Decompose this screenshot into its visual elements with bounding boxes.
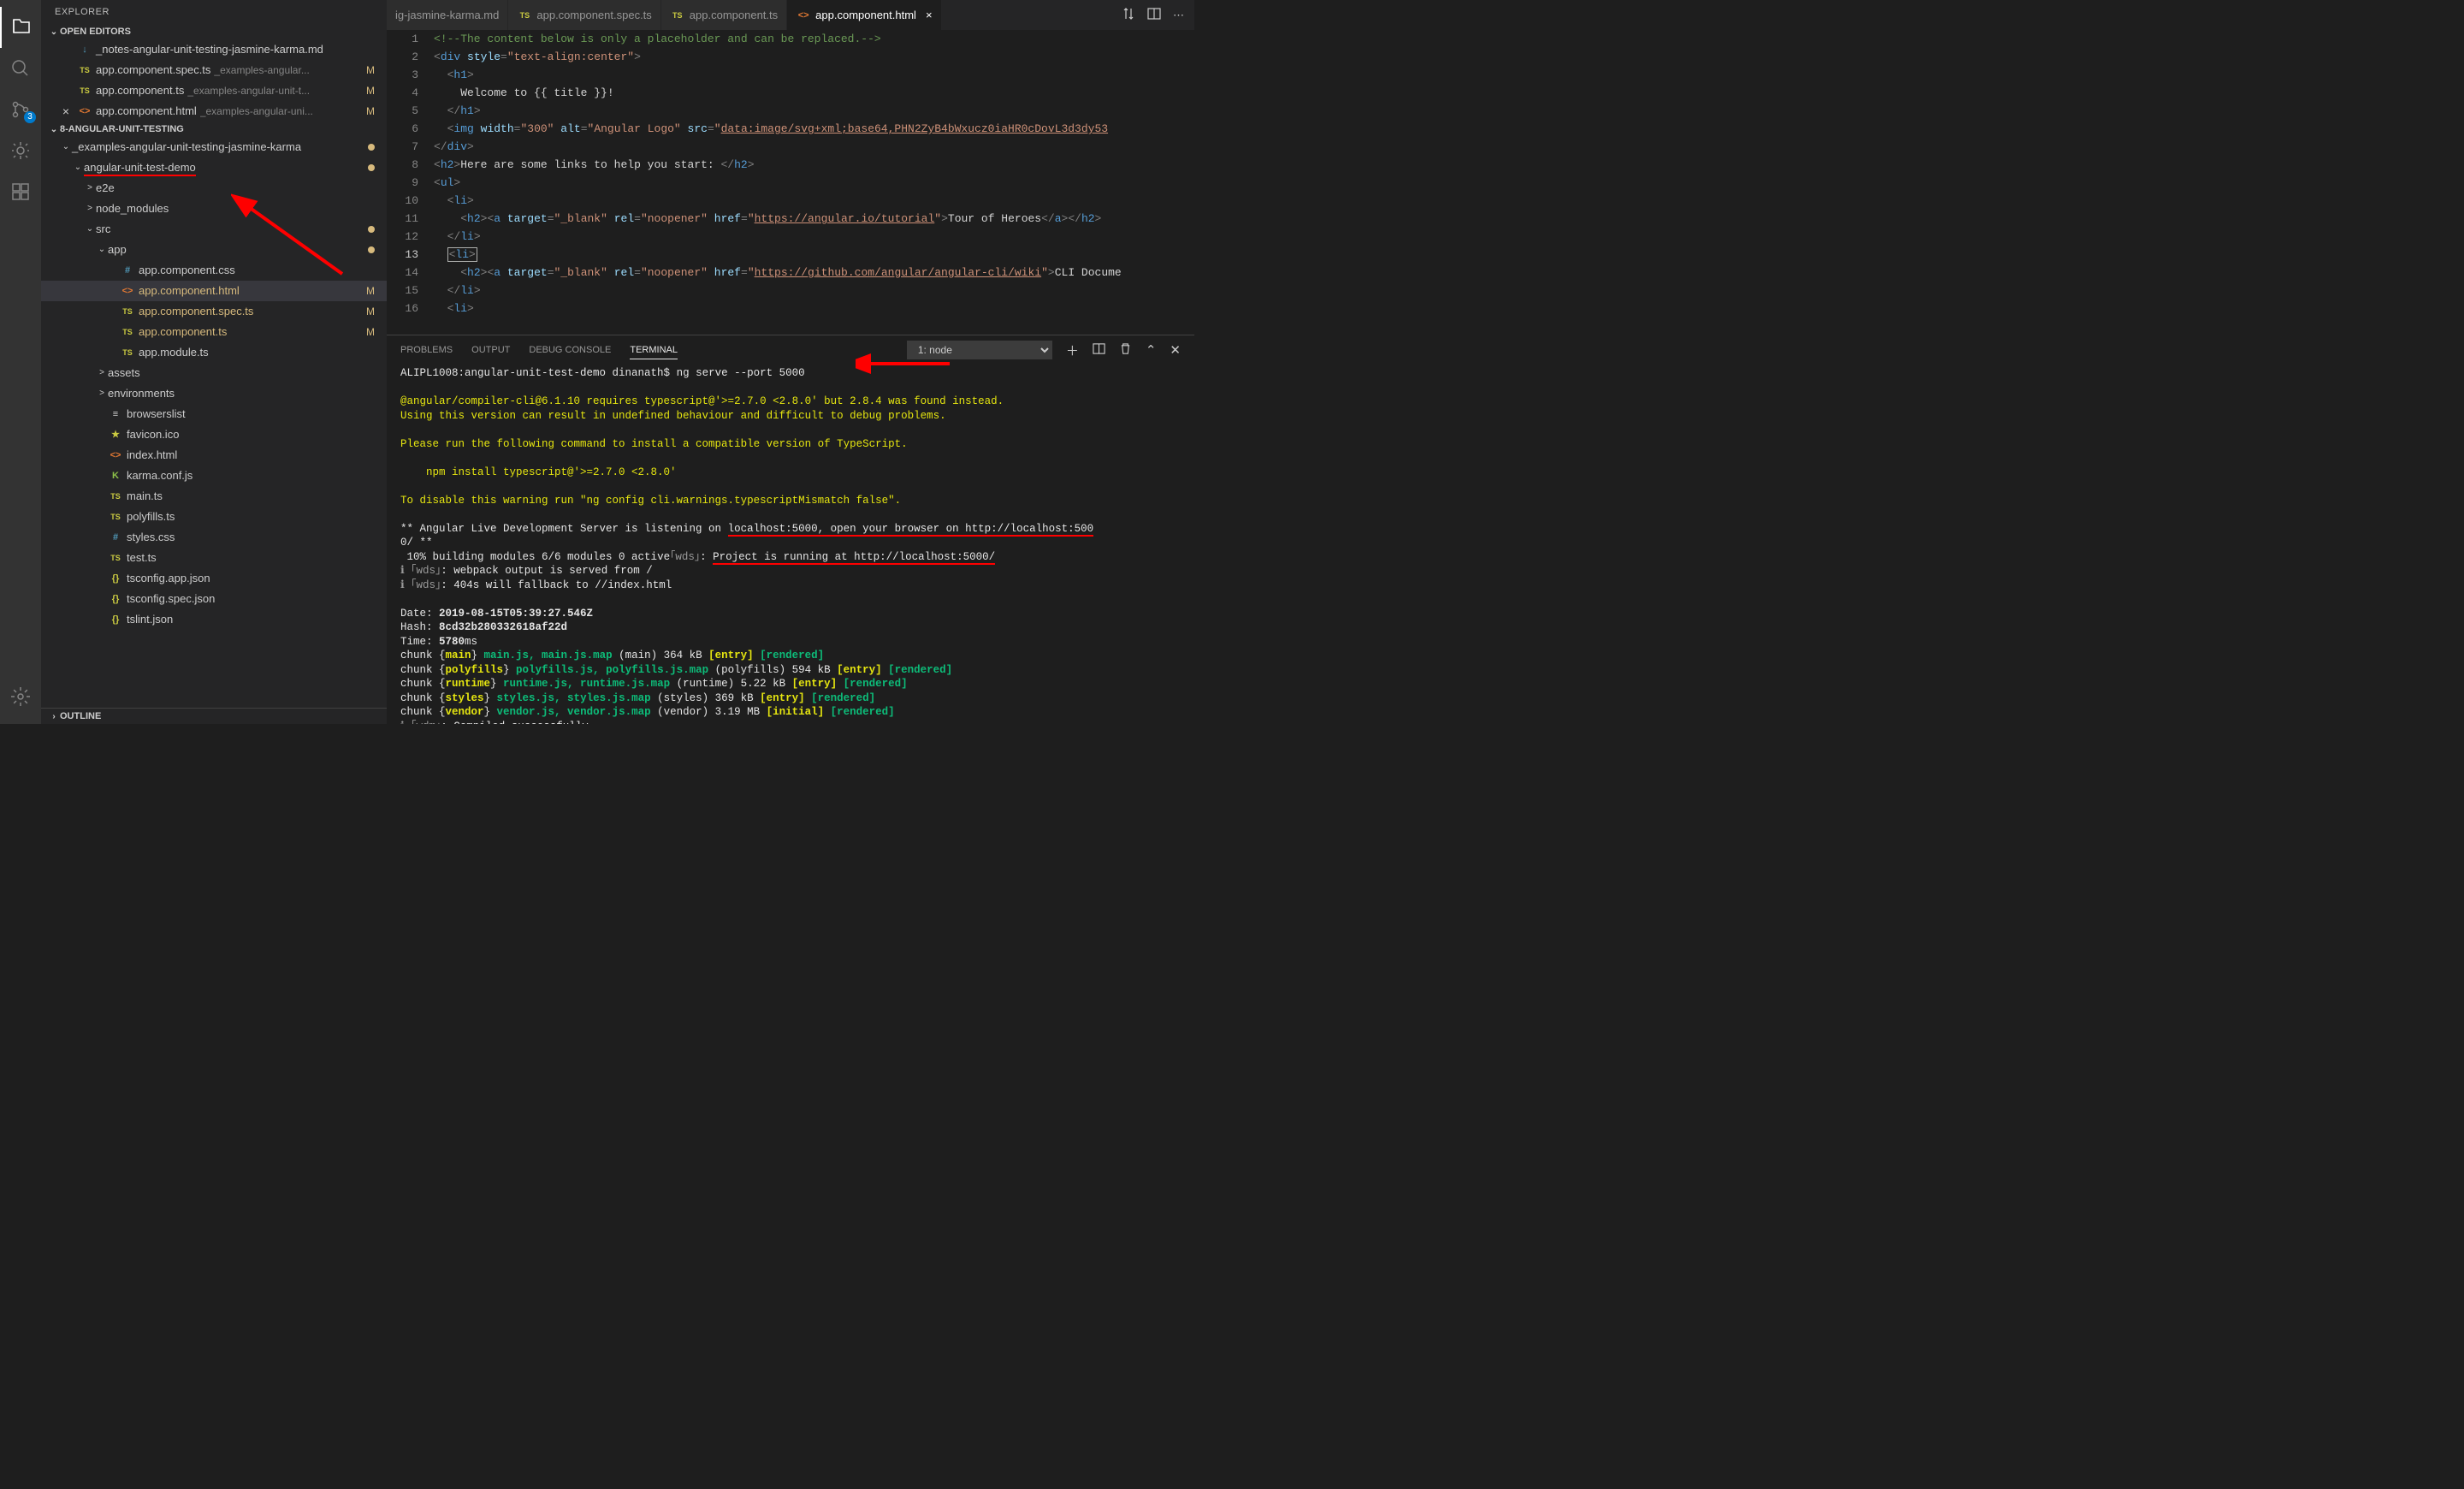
file-item[interactable]: #app.component.css bbox=[41, 260, 387, 281]
editor-tab[interactable]: ig-jasmine-karma.md bbox=[387, 0, 508, 30]
compare-changes-icon[interactable] bbox=[1122, 7, 1135, 23]
folder-item[interactable]: ⌄angular-unit-test-demo bbox=[41, 157, 387, 178]
file-icon: TS bbox=[120, 323, 135, 341]
maximize-panel-icon[interactable]: ⌃ bbox=[1146, 342, 1157, 358]
file-icon: {} bbox=[108, 610, 123, 629]
chevron-icon: ⌄ bbox=[84, 220, 96, 239]
panel-tab-debug[interactable]: DEBUG CONSOLE bbox=[529, 341, 611, 359]
file-item[interactable]: TSmain.ts bbox=[41, 486, 387, 507]
close-panel-icon[interactable]: ✕ bbox=[1170, 342, 1181, 358]
open-editor-item[interactable]: ×<>app.component.html_examples-angular-u… bbox=[41, 101, 387, 122]
file-item[interactable]: TSpolyfills.ts bbox=[41, 507, 387, 527]
more-actions-icon[interactable]: ⋯ bbox=[1173, 9, 1184, 22]
main-area: ig-jasmine-karma.mdTSapp.component.spec.… bbox=[387, 0, 1194, 724]
file-icon: # bbox=[108, 528, 123, 547]
file-icon: ↓ bbox=[77, 40, 92, 59]
file-icon: TS bbox=[108, 549, 123, 567]
close-icon[interactable]: × bbox=[60, 102, 72, 121]
split-editor-icon[interactable] bbox=[1147, 7, 1161, 23]
file-icon: TS bbox=[120, 302, 135, 321]
source-control-icon[interactable]: 3 bbox=[0, 89, 41, 130]
file-item[interactable]: Kkarma.conf.js bbox=[41, 466, 387, 486]
open-editors-header[interactable]: ⌄OPEN EDITORS bbox=[41, 24, 387, 39]
code-editor[interactable]: 12345678910111213141516 <!--The content … bbox=[387, 30, 1194, 335]
chevron-icon: ⌄ bbox=[96, 240, 108, 259]
terminal-output[interactable]: ALIPL1008:angular-unit-test-demo dinanat… bbox=[387, 365, 1194, 724]
bottom-panel: PROBLEMS OUTPUT DEBUG CONSOLE TERMINAL 1… bbox=[387, 335, 1194, 724]
file-item[interactable]: TSapp.component.tsM bbox=[41, 322, 387, 342]
sidebar-title: EXPLORER bbox=[41, 0, 387, 24]
panel-tab-output[interactable]: OUTPUT bbox=[471, 341, 510, 359]
chevron-icon: > bbox=[84, 179, 96, 198]
folder-item[interactable]: ⌄app bbox=[41, 240, 387, 260]
kill-terminal-icon[interactable] bbox=[1119, 342, 1132, 359]
chevron-icon: > bbox=[96, 384, 108, 403]
terminal-select[interactable]: 1: node bbox=[907, 341, 1052, 359]
debug-icon[interactable] bbox=[0, 130, 41, 171]
new-terminal-icon[interactable]: ＋ bbox=[1066, 341, 1079, 359]
settings-icon[interactable] bbox=[0, 676, 41, 717]
editor-tab[interactable]: <>app.component.html× bbox=[787, 0, 941, 30]
close-tab-icon[interactable]: × bbox=[926, 9, 933, 21]
chevron-icon: ⌄ bbox=[60, 138, 72, 157]
file-item[interactable]: {}tsconfig.app.json bbox=[41, 568, 387, 589]
file-icon: TS bbox=[517, 11, 532, 20]
file-item[interactable]: TSapp.component.spec.tsM bbox=[41, 301, 387, 322]
file-icon: ≡ bbox=[108, 405, 123, 424]
file-item[interactable]: TSapp.module.ts bbox=[41, 342, 387, 363]
file-item[interactable]: TStest.ts bbox=[41, 548, 387, 568]
folder-item[interactable]: ⌄_examples-angular-unit-testing-jasmine-… bbox=[41, 137, 387, 157]
file-icon: ★ bbox=[108, 425, 123, 444]
folder-item[interactable]: >environments bbox=[41, 383, 387, 404]
chevron-icon: > bbox=[84, 199, 96, 218]
extensions-icon[interactable] bbox=[0, 171, 41, 212]
editor-tab[interactable]: TSapp.component.spec.ts bbox=[508, 0, 660, 30]
file-item[interactable]: <>app.component.htmlM bbox=[41, 281, 387, 301]
editor-tabs: ig-jasmine-karma.mdTSapp.component.spec.… bbox=[387, 0, 1194, 30]
panel-tab-terminal[interactable]: TERMINAL bbox=[630, 341, 678, 359]
file-icon: TS bbox=[120, 343, 135, 362]
file-item[interactable]: #styles.css bbox=[41, 527, 387, 548]
folder-item[interactable]: >assets bbox=[41, 363, 387, 383]
file-item[interactable]: {}tslint.json bbox=[41, 609, 387, 630]
file-icon: TS bbox=[77, 61, 92, 80]
file-icon: TS bbox=[108, 487, 123, 506]
file-item[interactable]: {}tsconfig.spec.json bbox=[41, 589, 387, 609]
file-icon: <> bbox=[108, 446, 123, 465]
panel-tab-problems[interactable]: PROBLEMS bbox=[400, 341, 453, 359]
file-item[interactable]: ★favicon.ico bbox=[41, 424, 387, 445]
file-item[interactable]: ≡browserslist bbox=[41, 404, 387, 424]
search-icon[interactable] bbox=[0, 48, 41, 89]
editor-tab[interactable]: TSapp.component.ts bbox=[661, 0, 787, 30]
chevron-icon: > bbox=[96, 364, 108, 383]
explorer-icon[interactable] bbox=[0, 7, 41, 48]
project-header[interactable]: ⌄8-ANGULAR-UNIT-TESTING bbox=[41, 122, 387, 137]
sidebar: EXPLORER ⌄OPEN EDITORS ↓_notes-angular-u… bbox=[41, 0, 387, 724]
open-editor-item[interactable]: TSapp.component.ts_examples-angular-unit… bbox=[41, 80, 387, 101]
split-terminal-icon[interactable] bbox=[1093, 342, 1105, 359]
scm-badge: 3 bbox=[24, 111, 36, 123]
file-icon: K bbox=[108, 466, 123, 485]
file-icon: {} bbox=[108, 590, 123, 608]
file-icon: TS bbox=[670, 11, 685, 20]
folder-item[interactable]: ⌄src bbox=[41, 219, 387, 240]
file-item[interactable]: <>index.html bbox=[41, 445, 387, 466]
activity-bar: 3 bbox=[0, 0, 41, 724]
folder-item[interactable]: >node_modules bbox=[41, 199, 387, 219]
file-icon: # bbox=[120, 261, 135, 280]
outline-header[interactable]: ›OUTLINE bbox=[41, 708, 387, 724]
file-icon: <> bbox=[120, 282, 135, 300]
open-editor-item[interactable]: ↓_notes-angular-unit-testing-jasmine-kar… bbox=[41, 39, 387, 60]
file-icon: TS bbox=[77, 81, 92, 100]
folder-item[interactable]: >e2e bbox=[41, 178, 387, 199]
file-icon: {} bbox=[108, 569, 123, 588]
file-icon: TS bbox=[108, 507, 123, 526]
file-icon: <> bbox=[796, 10, 811, 21]
file-icon: <> bbox=[77, 102, 92, 121]
open-editor-item[interactable]: TSapp.component.spec.ts_examples-angular… bbox=[41, 60, 387, 80]
chevron-icon: ⌄ bbox=[72, 158, 84, 177]
